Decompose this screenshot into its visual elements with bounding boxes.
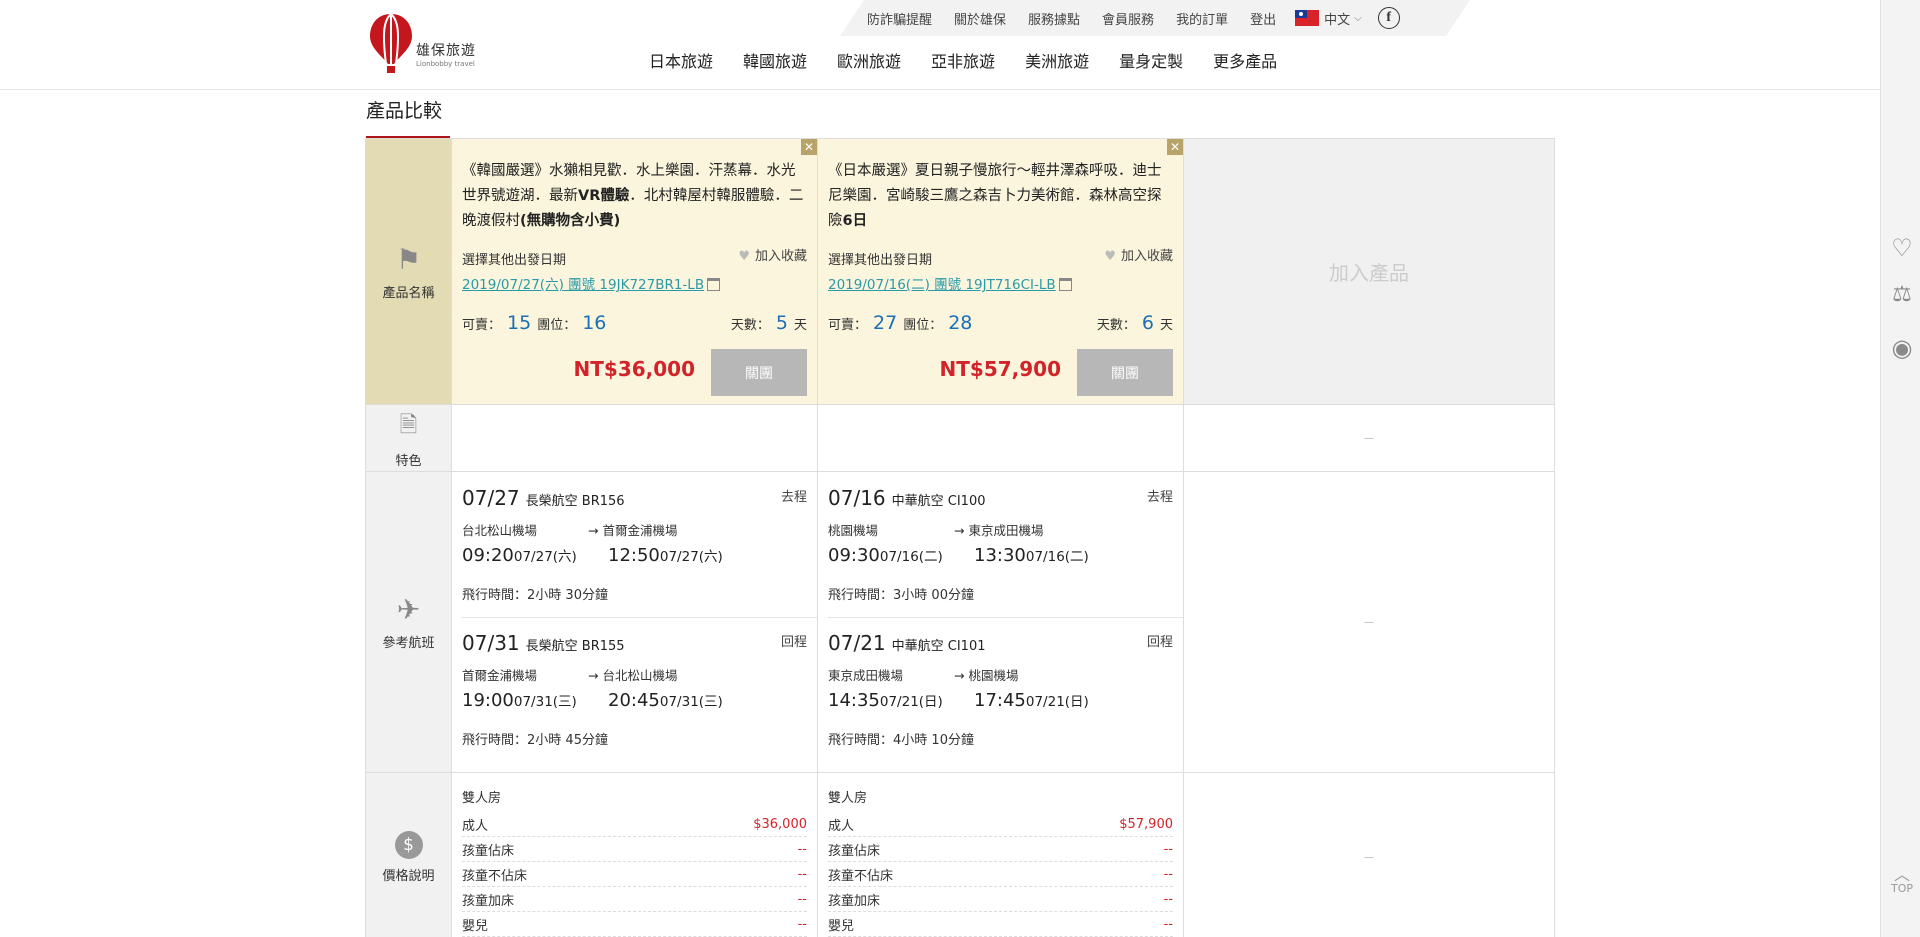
nav-asia-africa[interactable]: 亞非旅遊 (931, 48, 995, 72)
add-favorite-2-button[interactable]: ♥ 加入收藏 (1104, 245, 1173, 264)
outbound-flight-1: 07/27 長榮航空 BR156 去程 台北松山機場 → 首爾金浦機場 09:200… (462, 486, 807, 603)
site-logo[interactable]: 雄保旅遊 Lionbobby travel (368, 12, 476, 76)
feature-cell-2 (817, 405, 1183, 471)
side-rail: ♡ ⚖ ◉ ︿ TOP (1880, 0, 1920, 937)
toplink-member[interactable]: 會員服務 (1102, 9, 1154, 28)
document-star-icon: 🗎 (399, 412, 418, 438)
top-label: TOP (1890, 882, 1913, 895)
product-card-2: ✕ 《日本嚴選》夏日親子慢旅行～輕井澤森呼吸．迪士尼樂園．宮崎駿三鷹之森吉卜力美… (817, 139, 1183, 404)
inbound-flight-1: 07/31 長榮航空 BR155 回程 首爾金浦機場 → 台北松山機場 19:000… (462, 631, 807, 748)
toplink-my-orders[interactable]: 我的訂單 (1176, 9, 1228, 28)
add-product-slot[interactable]: 加入產品 (1183, 139, 1555, 404)
heart-icon: ♥ (1104, 249, 1116, 264)
row-product-name: ⚑ 產品名稱 ✕ 《韓國嚴選》水獺相見歡．水上樂園．汗蒸幕．水光世界號遊湖．最新… (365, 138, 1555, 405)
nav-korea[interactable]: 韓國旅遊 (743, 48, 807, 72)
label-price: $ 價格說明 (365, 773, 451, 937)
inbound-flight-2: 07/21 中華航空 CI101 回程 東京成田機場 → 桃園機場 14:3507/… (828, 631, 1173, 748)
room-type: 雙人房 (462, 791, 502, 806)
days-1: 天數： 5 天 (730, 312, 807, 334)
toplink-fraud-alert[interactable]: 防詐騙提醒 (867, 9, 932, 28)
feature-cell-empty: － (1183, 405, 1555, 471)
price-line: 嬰兒 -- (828, 912, 1173, 937)
product-1-title[interactable]: 《韓國嚴選》水獺相見歡．水上樂園．汗蒸幕．水光世界號遊湖．最新VR體驗．北村韓屋… (462, 159, 807, 234)
product-2-title[interactable]: 《日本嚴選》夏日親子慢旅行～輕井澤森呼吸．迪士尼樂園．宮崎駿三鷹之森吉卜力美術館… (828, 159, 1173, 234)
days-2: 天數： 6 天 (1096, 312, 1173, 334)
close-group-button-2[interactable]: 關團 (1077, 349, 1173, 396)
comparison-table: ⚑ 產品名稱 ✕ 《韓國嚴選》水獺相見歡．水上樂園．汗蒸幕．水光世界號遊湖．最新… (365, 138, 1555, 937)
label-text: 產品名稱 (382, 285, 435, 301)
row-price: $ 價格說明 雙人房 成人 $36,000 孩童佔床 -- 孩童不佔床 -- 孩童加床… (365, 773, 1555, 937)
back-to-top-button[interactable]: ︿ TOP (1887, 865, 1917, 896)
site-header: 雄保旅遊 Lionbobby travel 防詐騙提醒 關於雄保 服務據點 會員… (0, 0, 1880, 90)
close-group-button-1[interactable]: 關團 (711, 349, 807, 396)
heart-icon: ♥ (738, 249, 750, 264)
calendar-icon (707, 278, 721, 291)
row-feature: 🗎 特色 － (365, 405, 1555, 472)
main-nav: 日本旅遊 韓國旅遊 歐洲旅遊 亞非旅遊 美洲旅遊 量身定製 更多產品 (634, 48, 1292, 72)
taiwan-flag-icon (1295, 10, 1320, 26)
price-line: 孩童佔床 -- (828, 837, 1173, 862)
price-line: 孩童不佔床 -- (462, 862, 807, 887)
nav-japan[interactable]: 日本旅遊 (649, 48, 713, 72)
availability-2: 可賣： 27 團位： 28 (828, 312, 973, 334)
price-line: 孩童佔床 -- (462, 837, 807, 862)
page-title: 產品比較 (366, 100, 443, 122)
logo-subtext: Lionbobby travel (416, 60, 475, 68)
other-date-label: 選擇其他出發日期 (462, 253, 567, 268)
facebook-icon[interactable]: f (1377, 7, 1400, 29)
label-feature: 🗎 特色 (365, 405, 451, 471)
flight-cell-2: 07/16 中華航空 CI100 去程 桃園機場 → 東京成田機場 09:3007/… (817, 472, 1183, 772)
room-type: 雙人房 (828, 791, 868, 806)
dollar-icon: $ (394, 831, 423, 859)
calendar-icon (1058, 278, 1072, 291)
feature-cell-1 (451, 405, 817, 471)
chevron-up-icon: ︿ (1893, 865, 1910, 884)
toplink-about[interactable]: 關於雄保 (954, 9, 1006, 28)
top-utility-bar: 防詐騙提醒 關於雄保 服務據點 會員服務 我的訂單 登出 中文 ⌵ f (840, 0, 1470, 36)
flag-icon: ⚑ (395, 242, 422, 276)
add-favorite-1-button[interactable]: ♥ 加入收藏 (738, 245, 807, 264)
nav-more[interactable]: 更多產品 (1213, 48, 1277, 72)
heart-icon[interactable]: ♡ (1889, 234, 1915, 262)
flight-divider (462, 617, 817, 618)
language-label: 中文 (1324, 12, 1351, 28)
price-line: 成人 $57,900 (828, 812, 1173, 837)
label-flight: ✈ 參考航班 (365, 472, 451, 772)
nav-custom[interactable]: 量身定製 (1119, 48, 1183, 72)
remove-product-2-icon[interactable]: ✕ (1167, 139, 1183, 155)
product-2-price: NT$57,900 (939, 357, 1061, 381)
label-product-name: ⚑ 產品名稱 (365, 139, 451, 404)
product-card-1: ✕ 《韓國嚴選》水獺相見歡．水上樂園．汗蒸幕．水光世界號遊湖．最新VR體驗．北村… (451, 139, 817, 404)
other-date-label: 選擇其他出發日期 (828, 253, 933, 268)
airplane-icon: ✈ (396, 593, 421, 626)
price-line: 嬰兒 -- (462, 912, 807, 937)
flight-cell-1: 07/27 長榮航空 BR156 去程 台北松山機場 → 首爾金浦機場 09:200… (451, 472, 817, 772)
nav-europe[interactable]: 歐洲旅遊 (837, 48, 901, 72)
eye-icon[interactable]: ◉ (1889, 334, 1915, 362)
language-selector[interactable]: 中文 ⌵ (1295, 9, 1362, 28)
price-cell-1: 雙人房 成人 $36,000 孩童佔床 -- 孩童不佔床 -- 孩童加床 -- 嬰兒 -- (451, 773, 817, 937)
row-flight: ✈ 參考航班 07/27 長榮航空 BR156 去程 台北松山機場 → 首爾金浦機場… (365, 472, 1555, 773)
chevron-down-icon: ⌵ (1354, 12, 1362, 24)
availability-1: 可賣： 15 團位： 16 (462, 312, 607, 334)
price-cell-empty: － (1183, 773, 1555, 937)
scale-compare-icon[interactable]: ⚖ (1889, 282, 1915, 307)
outbound-flight-2: 07/16 中華航空 CI100 去程 桃園機場 → 東京成田機場 09:3007/… (828, 486, 1173, 603)
price-line: 孩童不佔床 -- (828, 862, 1173, 887)
flight-cell-empty: － (1183, 472, 1555, 772)
toplink-logout[interactable]: 登出 (1250, 9, 1276, 28)
price-cell-2: 雙人房 成人 $57,900 孩童佔床 -- 孩童不佔床 -- 孩童加床 -- 嬰兒 -- (817, 773, 1183, 937)
price-line: 孩童加床 -- (462, 887, 807, 912)
logo-text: 雄保旅遊 (416, 43, 476, 59)
departure-date-link-2[interactable]: 2019/07/16(二) 團號 19JT716CI-LB (828, 273, 1072, 293)
remove-product-1-icon[interactable]: ✕ (801, 139, 817, 155)
product-1-price: NT$36,000 (573, 357, 695, 381)
flight-divider (828, 617, 1183, 618)
departure-date-link-1[interactable]: 2019/07/27(六) 團號 19JK727BR1-LB (462, 273, 721, 293)
toplink-locations[interactable]: 服務據點 (1028, 9, 1080, 28)
price-line: 成人 $36,000 (462, 812, 807, 837)
nav-america[interactable]: 美洲旅遊 (1025, 48, 1089, 72)
balloon-logo-icon (370, 13, 412, 73)
price-line: 孩童加床 -- (828, 887, 1173, 912)
